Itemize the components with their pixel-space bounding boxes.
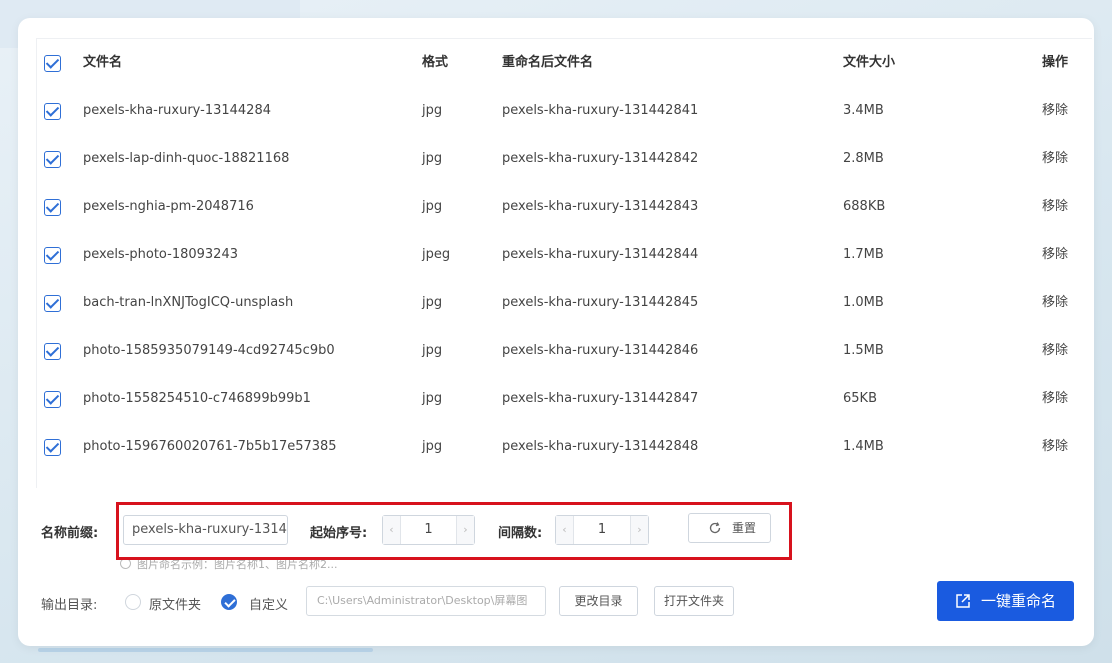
new-file-name: pexels-kha-ruxury-131442843 — [502, 199, 699, 214]
table-row: pexels-photo-18093243 jpeg pexels-kha-ru… — [37, 231, 1093, 279]
file-format: jpg — [422, 151, 443, 166]
row-checkbox[interactable] — [44, 151, 61, 168]
output-dir-label: 输出目录: — [41, 598, 98, 613]
file-table: 文件名 格式 重命名后文件名 文件大小 操作 pexels-kha-ruxury… — [36, 38, 1092, 488]
file-format: jpg — [422, 439, 443, 454]
row-checkbox[interactable] — [44, 295, 61, 312]
file-format: jpg — [422, 295, 443, 310]
row-checkbox[interactable] — [44, 103, 61, 120]
file-name: pexels-lap-dinh-quoc-18821168 — [83, 151, 290, 166]
table-row: pexels-nghia-pm-2048716 jpg pexels-kha-r… — [37, 183, 1093, 231]
file-size: 65KB — [843, 391, 877, 406]
original-folder-label[interactable]: 原文件夹 — [149, 594, 201, 613]
remove-link[interactable]: 移除 — [1042, 279, 1068, 327]
select-all-checkbox[interactable] — [44, 55, 61, 72]
file-name: bach-tran-lnXNJTogICQ-unsplash — [83, 295, 294, 310]
new-file-name: pexels-kha-ruxury-131442848 — [502, 439, 699, 454]
header-action: 操作 — [1042, 55, 1069, 70]
file-format: jpg — [422, 199, 443, 214]
export-icon — [956, 594, 970, 608]
file-size: 1.7MB — [843, 247, 884, 262]
file-size: 1.5MB — [843, 343, 884, 358]
table-row: pexels-lap-dinh-quoc-18821168 jpg pexels… — [37, 135, 1093, 183]
file-size: 1.4MB — [843, 439, 884, 454]
table-row: photo-1558254510-c746899b99b1 jpg pexels… — [37, 375, 1093, 423]
remove-link[interactable]: 移除 — [1042, 183, 1068, 231]
header-new-name: 重命名后文件名 — [502, 55, 594, 70]
file-size: 1.0MB — [843, 295, 884, 310]
open-folder-button[interactable]: 打开文件夹 — [654, 586, 734, 616]
prefix-label: 名称前缀: — [41, 526, 99, 541]
rename-panel: 文件名 格式 重命名后文件名 文件大小 操作 pexels-kha-ruxury… — [18, 18, 1094, 646]
table-row: pexels-kha-ruxury-13144284 jpg pexels-kh… — [37, 87, 1093, 135]
change-dir-button[interactable]: 更改目录 — [559, 586, 638, 616]
table-row: bach-tran-lnXNJTogICQ-unsplash jpg pexel… — [37, 279, 1093, 327]
remove-link[interactable]: 移除 — [1042, 135, 1068, 183]
output-path-input[interactable]: C:\Users\Administrator\Desktop\屏幕图 — [306, 586, 546, 616]
new-file-name: pexels-kha-ruxury-131442841 — [502, 103, 699, 118]
custom-folder-radio[interactable] — [221, 594, 237, 610]
row-checkbox[interactable] — [44, 343, 61, 360]
file-name: photo-1596760020761-7b5b17e57385 — [83, 439, 337, 454]
file-size: 688KB — [843, 199, 886, 214]
remove-link[interactable]: 移除 — [1042, 423, 1068, 471]
file-format: jpeg — [422, 247, 451, 262]
highlight-box — [116, 502, 792, 560]
table-row: photo-1585935079149-4cd92745c9b0 jpg pex… — [37, 327, 1093, 375]
remove-link[interactable]: 移除 — [1042, 87, 1068, 135]
original-folder-radio[interactable] — [125, 594, 141, 610]
file-name: pexels-nghia-pm-2048716 — [83, 199, 254, 214]
row-checkbox[interactable] — [44, 247, 61, 264]
row-checkbox[interactable] — [44, 439, 61, 456]
file-name: pexels-kha-ruxury-13144284 — [83, 103, 271, 118]
background-scrollbar — [38, 648, 373, 652]
file-format: jpg — [422, 103, 443, 118]
header-size: 文件大小 — [843, 55, 896, 70]
remove-link[interactable]: 移除 — [1042, 327, 1068, 375]
file-format: jpg — [422, 391, 443, 406]
custom-folder-label[interactable]: 自定义 — [249, 594, 288, 613]
file-name: photo-1585935079149-4cd92745c9b0 — [83, 343, 335, 358]
file-size: 3.4MB — [843, 103, 884, 118]
row-checkbox[interactable] — [44, 391, 61, 408]
remove-link[interactable]: 移除 — [1042, 375, 1068, 423]
new-file-name: pexels-kha-ruxury-131442846 — [502, 343, 699, 358]
rename-all-button[interactable]: 一键重命名 — [937, 581, 1074, 621]
table-row: photo-1596760020761-7b5b17e57385 jpg pex… — [37, 423, 1093, 471]
row-checkbox[interactable] — [44, 199, 61, 216]
header-format: 格式 — [422, 55, 449, 70]
header-filename: 文件名 — [83, 55, 123, 70]
file-name: photo-1558254510-c746899b99b1 — [83, 391, 311, 406]
new-file-name: pexels-kha-ruxury-131442842 — [502, 151, 699, 166]
file-size: 2.8MB — [843, 151, 884, 166]
new-file-name: pexels-kha-ruxury-131442845 — [502, 295, 699, 310]
new-file-name: pexels-kha-ruxury-131442847 — [502, 391, 699, 406]
remove-link[interactable]: 移除 — [1042, 231, 1068, 279]
file-name: pexels-photo-18093243 — [83, 247, 238, 262]
file-format: jpg — [422, 343, 443, 358]
rename-all-label: 一键重命名 — [981, 592, 1057, 610]
new-file-name: pexels-kha-ruxury-131442844 — [502, 247, 699, 262]
table-header: 文件名 格式 重命名后文件名 文件大小 操作 — [37, 39, 1093, 87]
